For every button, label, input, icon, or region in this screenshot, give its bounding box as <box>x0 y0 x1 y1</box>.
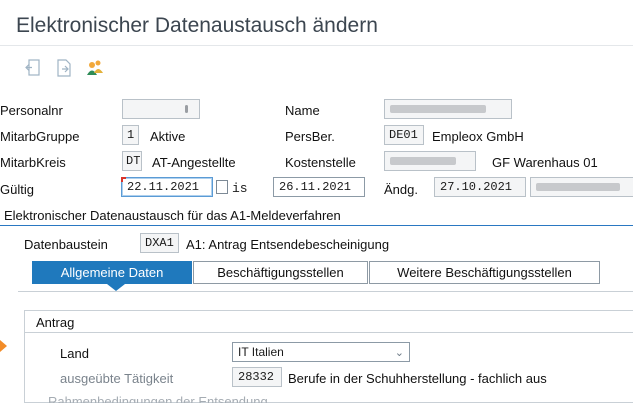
aendg-date: 27.10.2021 <box>434 177 526 197</box>
page-title: Elektronischer Datenaustausch ändern <box>16 14 378 37</box>
tab-weitere-beschaeftigungsstellen[interactable]: Weitere Beschäftigungsstellen <box>369 261 600 284</box>
kostenstelle-label: Kostenstelle <box>285 155 356 170</box>
kostenstelle-field[interactable] <box>384 151 476 171</box>
gueltig-to-input[interactable]: 26.11.2021 <box>273 177 365 197</box>
datenbaustein-code[interactable]: DXA1 <box>140 233 179 253</box>
mitarbkreis-code[interactable]: DT <box>122 151 142 171</box>
mitarbkreis-text: AT-Angestellte <box>152 155 236 170</box>
title-divider <box>0 45 633 46</box>
mitarbkreis-label: MitarbKreis <box>0 155 66 170</box>
land-select[interactable]: IT Italien ⌄ <box>232 342 410 362</box>
people-icon[interactable] <box>84 57 106 79</box>
persber-label: PersBer. <box>285 129 335 144</box>
gueltig-bis-label: is <box>232 181 248 196</box>
land-label: Land <box>60 346 89 361</box>
persber-text: Empleox GmbH <box>432 129 524 144</box>
mitarbgruppe-code[interactable]: 1 <box>122 125 139 145</box>
active-tab-pointer <box>107 284 125 291</box>
datenbaustein-text: A1: Antrag Entsendebescheinigung <box>186 237 390 252</box>
masked-value <box>185 105 188 113</box>
required-marker <box>121 177 126 182</box>
aendg-user-field <box>530 177 633 197</box>
personalnr-field[interactable] <box>122 99 200 119</box>
exit-icon[interactable] <box>22 57 44 79</box>
gueltig-label: Gültig <box>0 182 34 197</box>
land-value: IT Italien <box>238 345 284 359</box>
rahmen-label: Rahmenbedingungen der Entsendung <box>48 394 268 403</box>
masked-name <box>390 105 486 113</box>
gueltig-from-input[interactable]: 22.11.2021 <box>121 177 213 197</box>
calendar-icon[interactable] <box>216 180 228 194</box>
kostenstelle-text: GF Warenhaus 01 <box>492 155 598 170</box>
section-divider <box>0 225 633 226</box>
persber-code[interactable]: DE01 <box>384 125 424 145</box>
masked-user <box>536 183 620 191</box>
aendg-label: Ändg. <box>384 182 418 197</box>
document-icon[interactable] <box>53 57 75 79</box>
pointer-arrow-icon <box>0 340 7 352</box>
tab-strip-divider <box>18 291 633 292</box>
taetigkeit-code[interactable]: 28332 <box>232 367 282 387</box>
tab-beschaeftigungsstellen[interactable]: Beschäftigungsstellen <box>193 261 368 284</box>
masked-kostenstelle <box>390 157 456 165</box>
section-title: Elektronischer Datenaustausch für das A1… <box>4 208 341 223</box>
antrag-title: Antrag <box>36 315 75 330</box>
tab-allgemeine-daten[interactable]: Allgemeine Daten <box>32 261 192 284</box>
name-label: Name <box>285 103 320 118</box>
mitarbgruppe-text: Aktive <box>150 129 186 144</box>
mitarbgruppe-label: MitarbGruppe <box>0 129 80 144</box>
personalnr-label: Personalnr <box>0 103 63 118</box>
taetigkeit-label: ausgeübte Tätigkeit <box>60 371 174 386</box>
datenbaustein-label: Datenbaustein <box>24 237 108 252</box>
name-field[interactable] <box>384 99 512 119</box>
antrag-group-header <box>24 310 633 333</box>
chevron-down-icon[interactable]: ⌄ <box>395 346 404 359</box>
taetigkeit-text: Berufe in der Schuhherstellung - fachlic… <box>288 371 547 386</box>
